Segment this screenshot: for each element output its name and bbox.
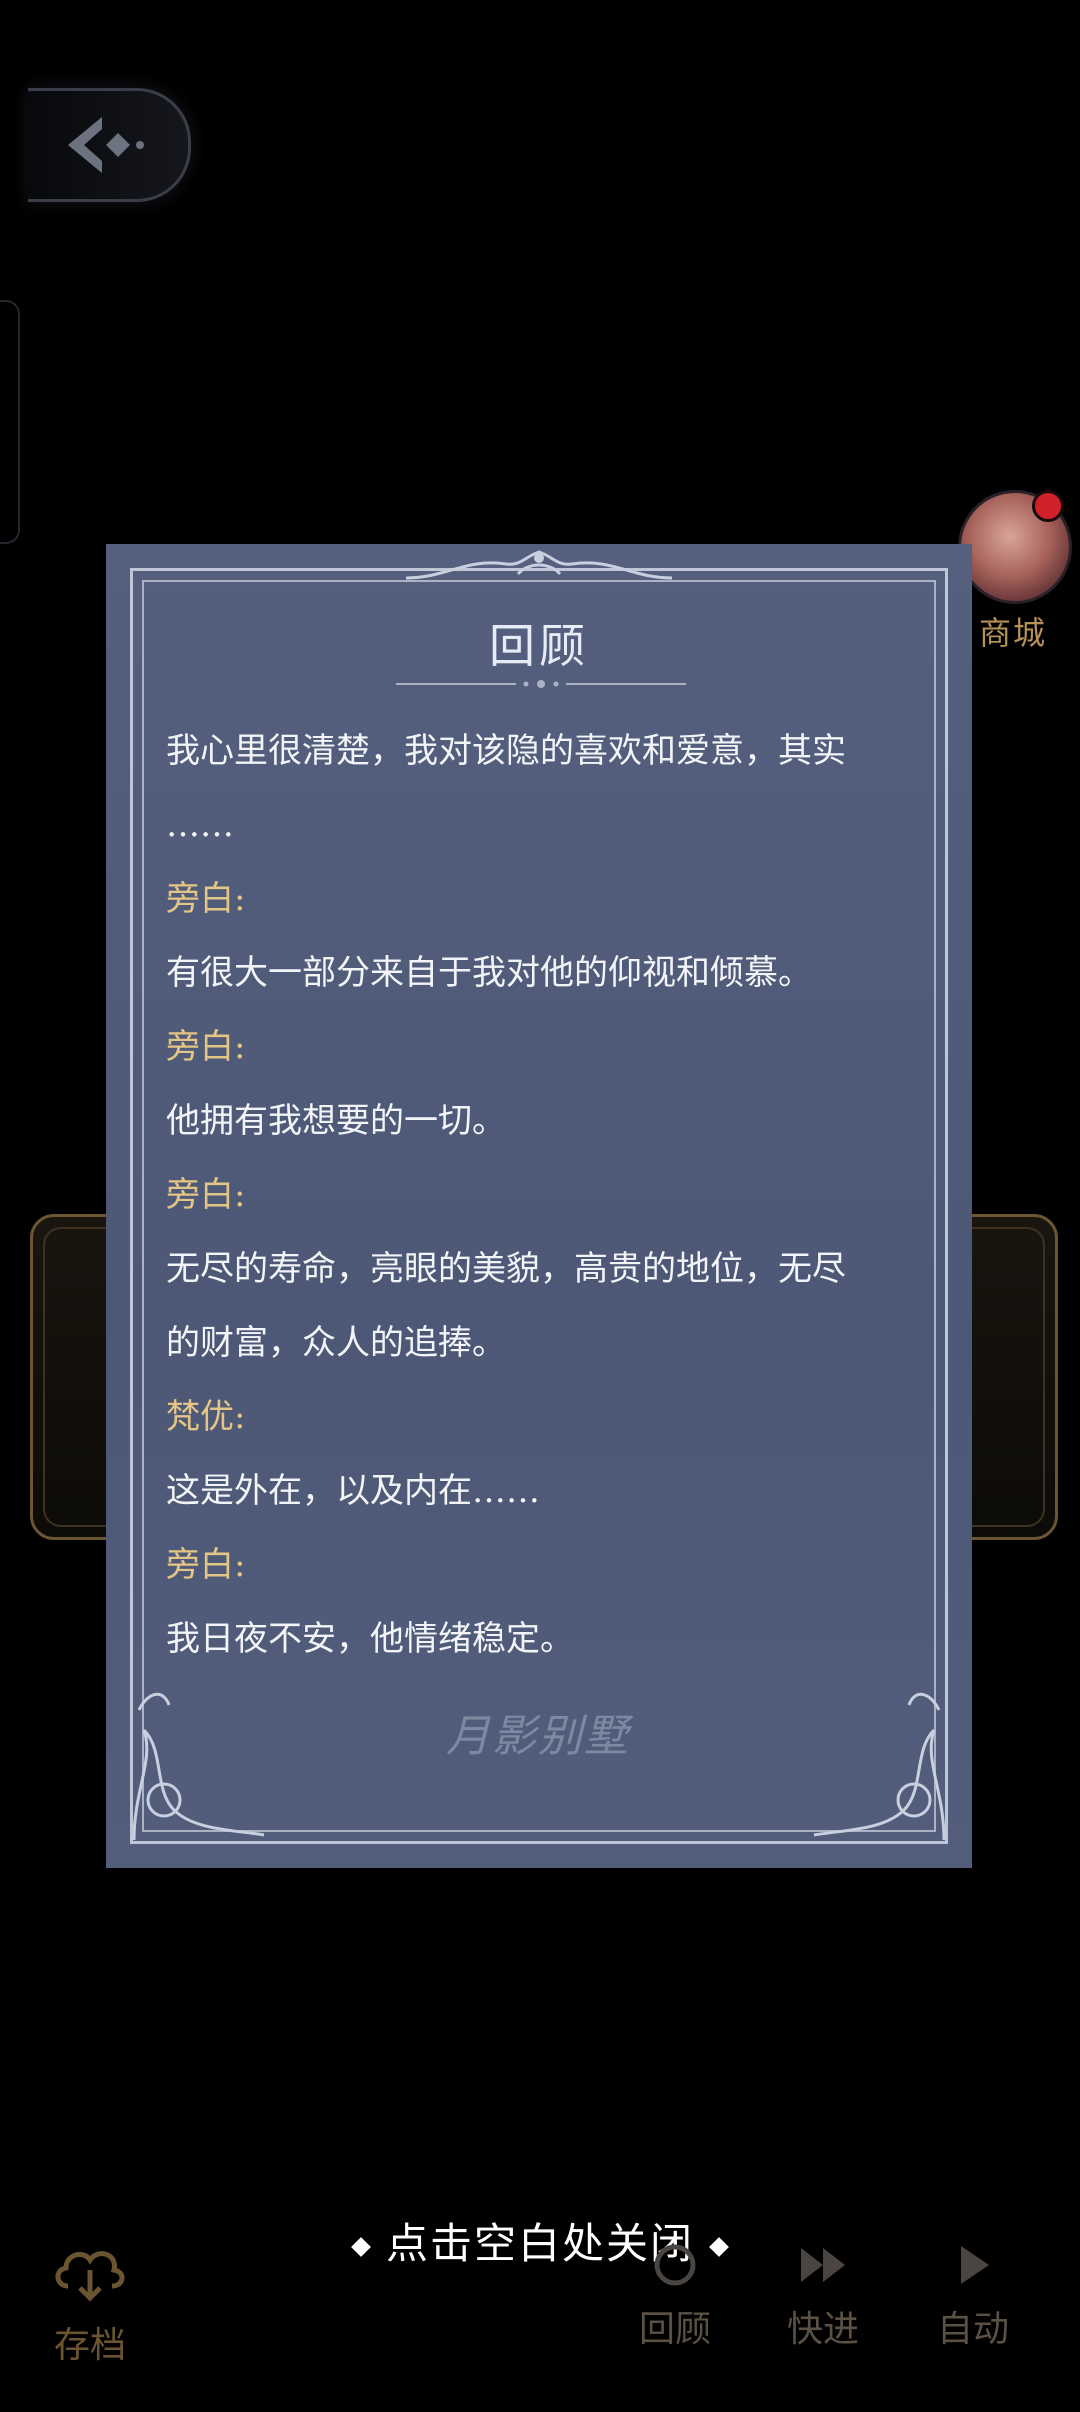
review-button[interactable]: 回顾 (630, 2240, 720, 2352)
log-speaker: 旁白: (166, 1175, 246, 1215)
close-hint[interactable]: 点击空白处关闭 (0, 2210, 1080, 2271)
auto-label: 自动 (936, 2309, 1009, 2350)
log-line: 他拥有我想要的一切。 (166, 1101, 506, 1141)
top-ornament-icon (406, 550, 672, 580)
back-arrow-icon (68, 117, 144, 173)
panel-title: 回顾 (489, 619, 589, 673)
shop-label: 商城 (978, 614, 1047, 652)
back-button[interactable] (28, 88, 191, 202)
save-label: 存档 (53, 2325, 126, 2366)
diamond-icon (351, 2237, 371, 2257)
log-speaker: 旁白: (166, 879, 246, 919)
review-panel: 回顾 我心里很清楚，我对该隐的喜欢和爱意，其实 …… 旁白: 有很大一部分来自于… (106, 544, 972, 1868)
corner-ornament-icon (132, 1692, 265, 1841)
log-speaker: 旁白: (166, 1027, 246, 1067)
log-line: 有很大一部分来自于我对他的仰视和倾慕。 (166, 953, 812, 993)
fast-forward-icon (801, 2248, 845, 2282)
log-line: 这是外在，以及内在…… (166, 1471, 540, 1511)
log-line: …… (166, 805, 234, 845)
play-icon (961, 2246, 989, 2284)
game-logo-watermark: 月影别墅 (446, 1711, 630, 1762)
side-drawer-handle[interactable] (0, 300, 20, 544)
cloud-download-icon (55, 2251, 125, 2302)
notification-dot (1032, 490, 1064, 522)
log-line: 无尽的寿命，亮眼的美貌，高贵的地位，无尽 (166, 1249, 846, 1289)
log-line: 的财富，众人的追捧。 (166, 1323, 506, 1363)
log-line: 我心里很清楚，我对该隐的喜欢和爱意，其实 (166, 731, 846, 771)
title-divider-icon (396, 680, 686, 688)
game-screen[interactable]: 商城 回顾 我心里很清楚，我对该隐的喜欢和爱意，其实 …… 旁白: 有很大一部分… (0, 0, 1080, 2412)
log-speaker: 旁白: (166, 1545, 246, 1585)
fast-forward-label: 快进 (786, 2309, 859, 2350)
save-button[interactable]: 存档 (40, 2240, 140, 2368)
shop-button[interactable]: 商城 (958, 490, 1072, 654)
corner-ornament-icon (813, 1692, 946, 1841)
fast-forward-button[interactable]: 快进 (778, 2240, 868, 2352)
review-icon (654, 2244, 696, 2286)
review-log[interactable]: 我心里很清楚，我对该隐的喜欢和爱意，其实 …… 旁白: 有很大一部分来自于我对他… (166, 714, 926, 1676)
auto-play-button[interactable]: 自动 (928, 2240, 1018, 2352)
log-line: 我日夜不安，他情绪稳定。 (166, 1619, 574, 1659)
review-label: 回顾 (638, 2309, 711, 2350)
log-speaker: 梵优: (166, 1397, 246, 1437)
